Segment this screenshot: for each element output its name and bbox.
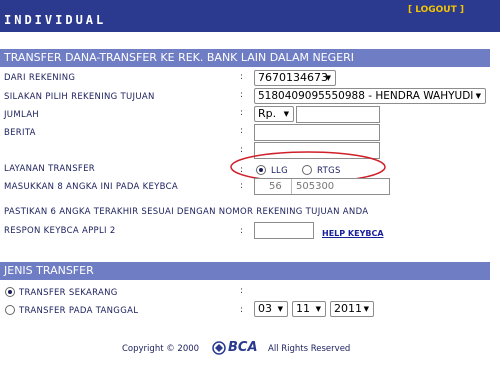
section-header-transfer: TRANSFER DANA-TRANSFER KE REK. BANK LAIN… [0,49,490,67]
colon: : [240,72,244,82]
dari-rekening-select[interactable]: 7670134673 ▼ [254,70,336,86]
respon-keybca-input[interactable] [254,222,314,239]
chevron-down-icon: ▼ [277,305,283,313]
chevron-down-icon: ▼ [475,92,481,100]
footer: Copyright © 2000 BCA All Rights Reserved [0,336,500,360]
rekening-tujuan-label: SILAKAN PILIH REKENING TUJUAN [4,92,155,102]
rights-text: All Rights Reserved [268,344,351,354]
transfer-tanggal-label: TRANSFER PADA TANGGAL [19,306,139,316]
rekening-tujuan-value: 5180409095550988 - HENDRA WAHYUDI [258,90,474,102]
chevron-down-icon: ▼ [315,305,321,313]
chevron-down-icon: ▼ [283,110,289,118]
colon: : [240,226,244,236]
colon: : [240,286,244,296]
transfer-tanggal-radio[interactable] [5,305,15,315]
logout-link[interactable]: [ LOGOUT ] [408,5,464,15]
year-value: 2011 [334,302,362,315]
month-value: 11 [296,302,310,315]
transfer-sekarang-radio[interactable] [5,287,15,297]
top-header-bar: INDIVIDUAL [ LOGOUT ] [0,0,500,32]
dari-rekening-value: 7670134673 [258,71,328,84]
berita-label: BERITA [4,128,36,138]
dari-rekening-label: DARI REKENING [4,73,76,83]
colon: : [240,108,244,118]
keybca-code: 505300 [291,179,334,194]
colon: : [240,181,244,191]
rekening-tujuan-select[interactable]: 5180409095550988 - HENDRA WAHYUDI ▼ [254,88,486,104]
currency-value: Rp. [258,107,277,120]
day-value: 03 [258,302,272,315]
year-select[interactable]: 2011 ▼ [330,301,374,317]
berita-input-1[interactable] [254,124,380,141]
section-header-jenis-transfer: JENIS TRANSFER [0,262,490,280]
layanan-transfer-label: LAYANAN TRANSFER [4,164,95,174]
currency-select[interactable]: Rp. ▼ [254,106,294,122]
jumlah-input[interactable] [296,106,380,123]
keybca-prefix: 56 [269,181,282,192]
copyright-text: Copyright © 2000 [122,344,200,354]
bca-logo-icon [212,341,226,355]
month-select[interactable]: 11 ▼ [292,301,326,317]
colon: : [240,126,244,136]
chevron-down-icon: ▼ [325,74,331,82]
page-title: INDIVIDUAL [4,13,107,27]
colon: : [240,305,244,315]
colon: : [240,90,244,100]
keybca-challenge-field: 56 505300 [254,178,390,195]
keybca-label: MASUKKAN 8 ANGKA INI PADA KEYBCA [4,182,179,192]
day-select[interactable]: 03 ▼ [254,301,288,317]
respon-keybca-label: RESPON KEYBCA APPLI 2 [4,226,116,236]
transfer-sekarang-label: TRANSFER SEKARANG [19,288,118,298]
chevron-down-icon: ▼ [363,305,369,313]
bca-brand: BCA [228,340,258,355]
jumlah-label: JUMLAH [4,110,39,120]
help-keybca-link[interactable]: HELP KEYBCA [322,229,384,238]
keybca-note: PASTIKAN 6 ANGKA TERAKHIR SESUAI DENGAN … [4,207,369,217]
